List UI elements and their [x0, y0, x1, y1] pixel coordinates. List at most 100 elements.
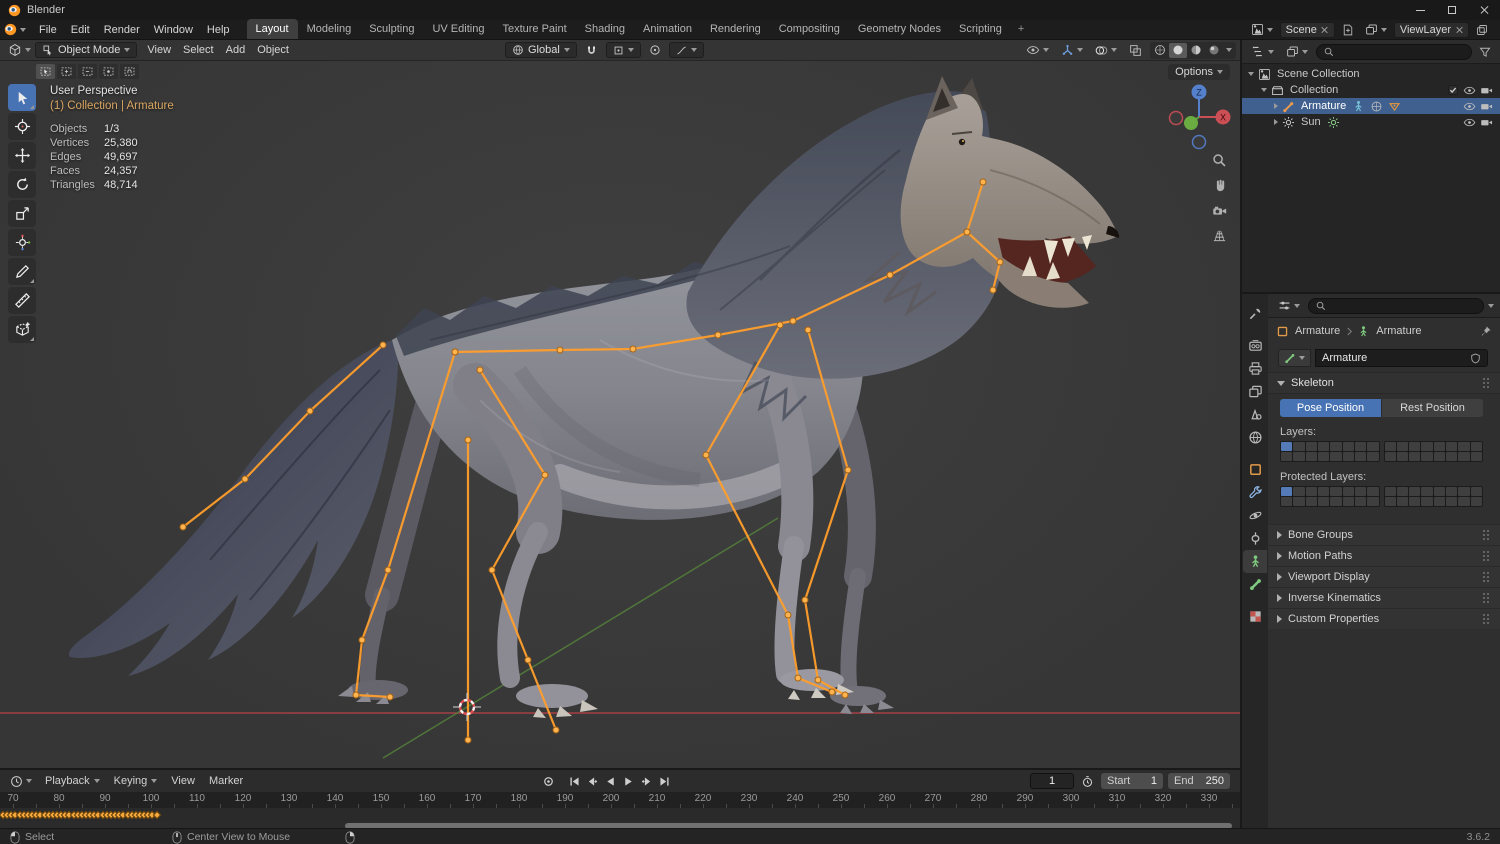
- layer-toggle[interactable]: [1367, 497, 1379, 506]
- layer-toggle[interactable]: [1330, 452, 1342, 461]
- menu-render[interactable]: Render: [97, 20, 147, 40]
- properties-search-input[interactable]: [1308, 297, 1484, 314]
- timeline-menu-marker[interactable]: Marker: [202, 770, 250, 792]
- select-mode-new[interactable]: [36, 64, 55, 79]
- layer-toggle[interactable]: [1317, 497, 1330, 506]
- timeline-menu-view[interactable]: View: [164, 770, 202, 792]
- workspace-tab-uv-editing[interactable]: UV Editing: [423, 19, 493, 39]
- viewport-menu-add[interactable]: Add: [220, 40, 252, 60]
- eye-icon[interactable]: [1462, 115, 1477, 130]
- layer-toggle[interactable]: [1305, 497, 1317, 506]
- properties-tab-physics[interactable]: [1243, 504, 1267, 527]
- transform-tool[interactable]: [8, 229, 36, 256]
- panel-header-bone-groups[interactable]: Bone Groups: [1268, 524, 1500, 545]
- pose-position-button[interactable]: Pose Position: [1280, 399, 1382, 417]
- layer-toggle[interactable]: [1342, 497, 1354, 506]
- proportional-editing-toggle[interactable]: [645, 42, 665, 58]
- gizmo-negx-ball[interactable]: [1168, 110, 1184, 126]
- layer-toggle[interactable]: [1384, 497, 1396, 506]
- properties-tab-scene[interactable]: [1243, 403, 1267, 426]
- orthographic-toggle-icon[interactable]: [1210, 226, 1228, 244]
- layer-toggle[interactable]: [1458, 452, 1470, 461]
- layer-toggle[interactable]: [1354, 487, 1367, 496]
- workspace-tab-scripting[interactable]: Scripting: [950, 19, 1011, 39]
- pan-hand-icon[interactable]: [1210, 176, 1228, 194]
- layer-toggle[interactable]: [1293, 497, 1305, 506]
- add-workspace-button[interactable]: +: [1011, 19, 1031, 39]
- layer-toggle[interactable]: [1354, 442, 1367, 451]
- object-type-visibility-button[interactable]: [1022, 42, 1053, 58]
- layer-toggle[interactable]: [1409, 497, 1421, 506]
- select-mode-subtract[interactable]: [78, 64, 97, 79]
- layer-toggle[interactable]: [1446, 452, 1458, 461]
- panel-drag-icon[interactable]: [1483, 377, 1491, 389]
- layer-toggle[interactable]: [1354, 497, 1367, 506]
- jump-to-end-button[interactable]: [656, 773, 673, 789]
- editor-type-button-properties[interactable]: [1274, 298, 1304, 314]
- layer-toggle[interactable]: [1458, 497, 1470, 506]
- expand-icon[interactable]: [1274, 103, 1278, 109]
- frame-start-field[interactable]: Start 1: [1101, 773, 1163, 789]
- minimize-button[interactable]: [1404, 0, 1436, 20]
- outliner-row-scene-collection[interactable]: Scene Collection: [1242, 66, 1500, 82]
- layer-toggle[interactable]: [1446, 487, 1458, 496]
- new-scene-button[interactable]: [1338, 22, 1358, 38]
- layer-toggle[interactable]: [1281, 452, 1293, 461]
- outliner-row-armature[interactable]: Armature: [1242, 98, 1500, 114]
- current-frame-field[interactable]: 1: [1030, 773, 1074, 789]
- layer-toggle[interactable]: [1384, 487, 1396, 496]
- layer-toggle[interactable]: [1433, 442, 1446, 451]
- properties-tab-render[interactable]: [1243, 334, 1267, 357]
- snap-settings-dropdown[interactable]: [605, 42, 641, 58]
- layer-toggle[interactable]: [1409, 487, 1421, 496]
- layer-toggle[interactable]: [1281, 497, 1293, 506]
- select-mode-intersect[interactable]: [120, 64, 139, 79]
- maximize-button[interactable]: [1436, 0, 1468, 20]
- properties-tab-constraints[interactable]: [1243, 527, 1267, 550]
- layer-toggle[interactable]: [1396, 442, 1409, 451]
- keyframe-channel[interactable]: [0, 808, 1240, 821]
- viewport-menu-view[interactable]: View: [141, 40, 177, 60]
- eye-icon[interactable]: [1462, 83, 1477, 98]
- layer-toggle[interactable]: [1305, 442, 1317, 451]
- layer-toggle[interactable]: [1342, 452, 1354, 461]
- unlink-scene-icon[interactable]: [1321, 26, 1329, 34]
- viewlayer-selector[interactable]: ViewLayer: [1393, 21, 1469, 38]
- browse-armature-button[interactable]: [1278, 349, 1311, 367]
- options-dropdown[interactable]: Options: [1168, 64, 1230, 80]
- panel-header-viewport-display[interactable]: Viewport Display: [1268, 566, 1500, 587]
- panel-drag-icon[interactable]: [1483, 571, 1491, 583]
- collapse-icon[interactable]: [1248, 72, 1254, 76]
- wolf-model[interactable]: [68, 76, 1120, 718]
- editor-type-button-outliner[interactable]: [1248, 44, 1278, 60]
- workspace-tab-geometry-nodes[interactable]: Geometry Nodes: [849, 19, 950, 39]
- layer-toggle[interactable]: [1433, 487, 1446, 496]
- browse-scene-button[interactable]: [1247, 22, 1277, 38]
- annotate-tool[interactable]: [8, 258, 36, 285]
- gizmo-negz-ball[interactable]: [1191, 134, 1207, 150]
- transform-orientation-dropdown[interactable]: Global: [505, 42, 577, 58]
- outliner-search-input[interactable]: [1316, 43, 1472, 60]
- viewport-menu-select[interactable]: Select: [177, 40, 220, 60]
- properties-tab-modifiers[interactable]: [1243, 481, 1267, 504]
- layer-toggle[interactable]: [1281, 442, 1293, 451]
- collapse-icon[interactable]: [1261, 88, 1267, 92]
- layer-toggle[interactable]: [1384, 452, 1396, 461]
- select-box-tool[interactable]: [8, 84, 36, 111]
- layer-toggle[interactable]: [1293, 442, 1305, 451]
- scale-tool[interactable]: [8, 200, 36, 227]
- workspace-tab-layout[interactable]: Layout: [246, 19, 298, 39]
- layer-toggle[interactable]: [1317, 442, 1330, 451]
- toggle-xray[interactable]: [1125, 42, 1146, 58]
- layer-toggle[interactable]: [1409, 442, 1421, 451]
- workspace-tab-rendering[interactable]: Rendering: [701, 19, 770, 39]
- close-button[interactable]: [1468, 0, 1500, 20]
- skeleton-panel-header[interactable]: Skeleton: [1268, 372, 1500, 394]
- workspace-tab-animation[interactable]: Animation: [634, 19, 701, 39]
- layer-toggle[interactable]: [1293, 487, 1305, 496]
- play-reverse-button[interactable]: [602, 773, 619, 789]
- camera-view-icon[interactable]: [1210, 201, 1228, 219]
- rest-position-button[interactable]: Rest Position: [1382, 399, 1483, 417]
- layer-toggle[interactable]: [1396, 452, 1409, 461]
- auto-keying-toggle[interactable]: [540, 773, 557, 789]
